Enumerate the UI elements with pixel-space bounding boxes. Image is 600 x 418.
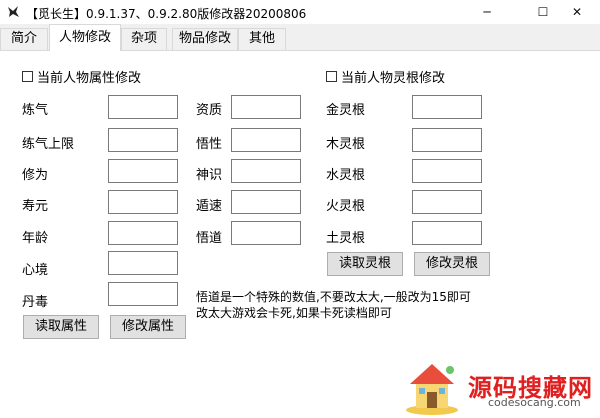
note-line-2: 改太大游戏会卡死,如果卡死读档即可 bbox=[196, 306, 392, 320]
field-label: 金灵根 bbox=[326, 103, 366, 118]
divine-sense-input[interactable] bbox=[231, 159, 301, 183]
field-label: 练气上限 bbox=[22, 137, 75, 152]
modify-attributes-button[interactable]: 修改属性 bbox=[110, 315, 186, 339]
field-label: 土灵根 bbox=[326, 231, 366, 246]
field-label: 悟道 bbox=[196, 231, 223, 246]
lianqi-input[interactable] bbox=[108, 95, 178, 119]
lianqi-limit-input[interactable] bbox=[108, 128, 178, 152]
close-button[interactable]: ✕ bbox=[554, 0, 600, 24]
minimize-button[interactable]: ─ bbox=[464, 0, 510, 24]
house-logo-icon bbox=[406, 364, 458, 415]
field-label: 年龄 bbox=[22, 231, 49, 246]
modify-spirit-root-button[interactable]: 修改灵根 bbox=[414, 252, 490, 276]
app-logo-icon bbox=[8, 6, 19, 17]
tab-item-edit[interactable]: 物品修改 bbox=[172, 28, 238, 50]
watermark: 源码搜藏网 codesocang.com bbox=[398, 354, 598, 416]
field-label: 火灵根 bbox=[326, 199, 366, 214]
attribute-edit-checkbox-label: 当前人物属性修改 bbox=[37, 71, 142, 86]
tab-misc[interactable]: 杂项 bbox=[121, 28, 167, 50]
checkbox-icon[interactable] bbox=[326, 71, 337, 82]
field-label: 悟性 bbox=[196, 137, 223, 152]
tab-other[interactable]: 其他 bbox=[238, 28, 286, 50]
earth-root-input[interactable] bbox=[412, 221, 482, 245]
field-label: 资质 bbox=[196, 103, 223, 118]
spirit-root-edit-checkbox-label: 当前人物灵根修改 bbox=[341, 71, 446, 86]
field-label: 寿元 bbox=[22, 199, 49, 214]
field-label: 遁速 bbox=[196, 199, 223, 214]
read-spirit-root-button[interactable]: 读取灵根 bbox=[327, 252, 403, 276]
tab-character-edit[interactable]: 人物修改 bbox=[49, 24, 121, 51]
fire-root-input[interactable] bbox=[412, 190, 482, 214]
wudao-input[interactable] bbox=[231, 221, 301, 245]
field-label: 木灵根 bbox=[326, 137, 366, 152]
metal-root-input[interactable] bbox=[412, 95, 482, 119]
field-label: 炼气 bbox=[22, 103, 49, 118]
tab-intro[interactable]: 简介 bbox=[0, 28, 48, 50]
lifespan-input[interactable] bbox=[108, 190, 178, 214]
field-label: 神识 bbox=[196, 168, 223, 183]
read-attributes-button[interactable]: 读取属性 bbox=[23, 315, 99, 339]
mood-input[interactable] bbox=[108, 251, 178, 275]
spirit-root-edit-checkbox[interactable]: 当前人物灵根修改 bbox=[326, 67, 445, 86]
field-label: 丹毒 bbox=[22, 295, 49, 310]
tab-strip: 简介 人物修改 杂项 物品修改 其他 bbox=[0, 24, 600, 51]
checkbox-icon[interactable] bbox=[22, 71, 33, 82]
field-label: 心境 bbox=[22, 263, 49, 278]
attribute-edit-checkbox[interactable]: 当前人物属性修改 bbox=[22, 67, 141, 86]
field-label: 修为 bbox=[22, 168, 49, 183]
cultivation-input[interactable] bbox=[108, 159, 178, 183]
aptitude-input[interactable] bbox=[231, 95, 301, 119]
field-label: 水灵根 bbox=[326, 168, 366, 183]
escape-speed-input[interactable] bbox=[231, 190, 301, 214]
wood-root-input[interactable] bbox=[412, 128, 482, 152]
comprehension-input[interactable] bbox=[231, 128, 301, 152]
age-input[interactable] bbox=[108, 221, 178, 245]
note-line-1: 悟道是一个特殊的数值,不要改太大,一般改为15即可 bbox=[196, 290, 471, 304]
window-title: 【觅长生】0.9.1.37、0.9.2.80版修改器20200806 bbox=[26, 7, 307, 21]
water-root-input[interactable] bbox=[412, 159, 482, 183]
title-bar: 【觅长生】0.9.1.37、0.9.2.80版修改器20200806 ─ ☐ ✕ bbox=[0, 0, 600, 24]
watermark-url: codesocang.com bbox=[488, 396, 581, 409]
pill-toxicity-input[interactable] bbox=[108, 282, 178, 306]
